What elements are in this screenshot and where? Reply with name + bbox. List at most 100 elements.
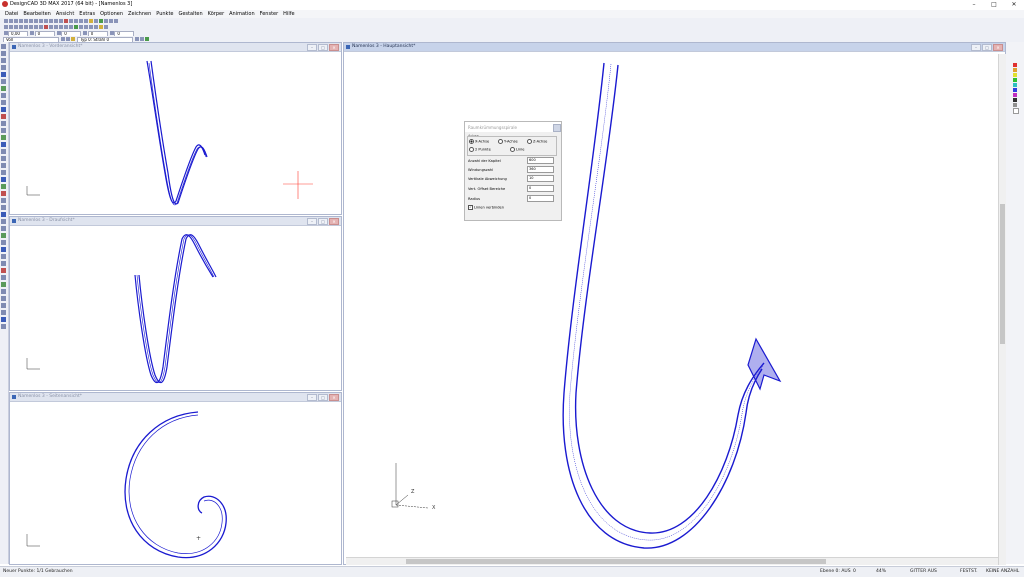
polyline-tool-icon[interactable] — [1, 58, 6, 63]
menu-zeichnen[interactable]: Zeichnen — [128, 10, 151, 18]
color-swatch-black[interactable] — [1013, 98, 1017, 102]
properties-icon[interactable] — [140, 37, 145, 41]
undo-icon[interactable] — [38, 19, 43, 23]
status-snap[interactable]: 0 — [853, 569, 856, 574]
app-icon[interactable] — [2, 1, 8, 7]
curve-icon[interactable] — [23, 25, 28, 29]
camera-icon[interactable] — [93, 19, 98, 23]
status-grid[interactable]: GITTER AUS — [910, 569, 937, 574]
viewport-front[interactable]: Namenlos 3 - Vorderansicht* – □ ✕ — [9, 42, 342, 215]
status-layer[interactable]: Ebene 0: AUS — [820, 569, 851, 574]
viewport-main[interactable]: Namenlos 3 - Hauptansicht* – □ ✕ Z X — [343, 42, 1006, 565]
loft-icon[interactable] — [58, 25, 63, 29]
line-tool-icon[interactable] — [1, 51, 6, 56]
scale-icon[interactable] — [83, 25, 88, 29]
mirror-tool-icon[interactable] — [1, 240, 6, 245]
refresh-icon[interactable] — [145, 37, 150, 41]
subtract-tool-icon[interactable] — [1, 198, 6, 203]
chapters-input[interactable]: 600 — [527, 157, 554, 164]
help-icon[interactable] — [113, 19, 118, 23]
dimension-icon[interactable] — [98, 19, 103, 23]
scale-tool-icon[interactable] — [1, 233, 6, 238]
hatch-icon[interactable] — [103, 25, 108, 29]
boolean-icon[interactable] — [63, 25, 68, 29]
new-file-icon[interactable] — [3, 19, 8, 23]
measure-icon[interactable] — [93, 25, 98, 29]
color-swatch-cyan[interactable] — [1013, 83, 1017, 87]
menu-ansicht[interactable]: Ansicht — [56, 10, 74, 18]
light-icon[interactable] — [88, 19, 93, 23]
menu-extras[interactable]: Extras — [79, 10, 95, 18]
close-button[interactable]: ✕ — [1004, 0, 1024, 9]
menu-fenster[interactable]: Fenster — [260, 10, 279, 18]
turns-input[interactable]: 360 — [527, 166, 554, 173]
spline-tool-icon[interactable] — [1, 93, 6, 98]
mirror-icon[interactable] — [73, 25, 78, 29]
radio-two-points[interactable]: 2 Punkte — [469, 147, 491, 152]
viewport-side[interactable]: Namenlos 3 - Seitenansicht* – □ ✕ + — [9, 392, 342, 565]
rectangle-tool-icon[interactable] — [1, 100, 6, 105]
sphere-icon[interactable] — [33, 25, 38, 29]
move-tool-icon[interactable] — [1, 212, 6, 217]
snap-icon[interactable] — [108, 19, 113, 23]
zoom-out-icon[interactable] — [53, 19, 58, 23]
measure-tool-icon[interactable] — [1, 296, 6, 301]
redo-icon[interactable] — [43, 19, 48, 23]
open-icon[interactable] — [8, 19, 13, 23]
box-tool-icon[interactable] — [1, 135, 6, 140]
connect-lines-checkbox[interactable]: ✓ Linien verbinden — [468, 205, 504, 210]
point-icon[interactable] — [3, 25, 8, 29]
horizontal-scroll-thumb[interactable] — [406, 559, 826, 564]
explode-tool-icon[interactable] — [1, 275, 6, 280]
menu-datei[interactable]: Datei — [5, 10, 18, 18]
paste-icon[interactable] — [33, 19, 38, 23]
radio-x-axis[interactable]: X-Achse — [469, 139, 489, 144]
color-swatch-red[interactable] — [1013, 63, 1017, 67]
arc-tool-icon[interactable] — [1, 65, 6, 70]
print-icon[interactable] — [18, 19, 23, 23]
arc-icon[interactable] — [13, 25, 18, 29]
ellipse-tool-icon[interactable] — [1, 79, 6, 84]
dialog-close-button[interactable] — [553, 124, 561, 132]
snap-tool-icon[interactable] — [1, 303, 6, 308]
torus-tool-icon[interactable] — [1, 156, 6, 161]
vertical-deviation-input[interactable]: 10 — [527, 175, 554, 182]
rotate-tool-icon[interactable] — [1, 226, 6, 231]
union-tool-icon[interactable] — [1, 191, 6, 196]
radio-z-axis[interactable]: Z-Achse — [527, 139, 547, 144]
rotate-icon[interactable] — [78, 25, 83, 29]
color-swatch-gray[interactable] — [1013, 103, 1017, 107]
pan-icon[interactable] — [58, 19, 63, 23]
layer-icon[interactable] — [83, 19, 88, 23]
extend-tool-icon[interactable] — [1, 254, 6, 259]
circle-icon[interactable] — [18, 25, 23, 29]
select-tool-icon[interactable] — [1, 44, 6, 49]
trim-tool-icon[interactable] — [1, 247, 6, 252]
zoom-in-icon[interactable] — [48, 19, 53, 23]
horizontal-scrollbar[interactable] — [346, 557, 998, 565]
minimize-button[interactable]: – — [964, 0, 984, 9]
line-icon[interactable] — [8, 25, 13, 29]
text-tool-icon[interactable] — [1, 114, 6, 119]
menu-animation[interactable]: Animation — [229, 10, 255, 18]
extrude-tool-icon[interactable] — [1, 170, 6, 175]
bezier-tool-icon[interactable] — [1, 86, 6, 91]
helix-icon[interactable] — [43, 25, 48, 29]
sweep-tool-icon[interactable] — [1, 184, 6, 189]
vertical-offset-input[interactable]: 0 — [527, 185, 554, 192]
view-icon[interactable] — [73, 19, 78, 23]
pen-icon[interactable] — [66, 37, 71, 41]
color-swatch-white[interactable] — [1013, 108, 1019, 114]
color-swatch-magenta[interactable] — [1013, 93, 1017, 97]
viewport-top[interactable]: Namenlos 3 - Draufsicht* – □ ✕ — [9, 216, 342, 391]
render-tool-icon[interactable] — [1, 324, 6, 329]
light-tool-icon[interactable] — [1, 317, 6, 322]
fillet-tool-icon[interactable] — [1, 261, 6, 266]
polygon-tool-icon[interactable] — [1, 107, 6, 112]
helix-tool-icon[interactable] — [1, 163, 6, 168]
color-swatch-orange[interactable] — [1013, 68, 1017, 72]
move-icon[interactable] — [88, 25, 93, 29]
vertical-scrollbar[interactable] — [998, 54, 1006, 565]
sphere-tool-icon[interactable] — [1, 142, 6, 147]
color-swatch-yellow[interactable] — [1013, 73, 1017, 77]
